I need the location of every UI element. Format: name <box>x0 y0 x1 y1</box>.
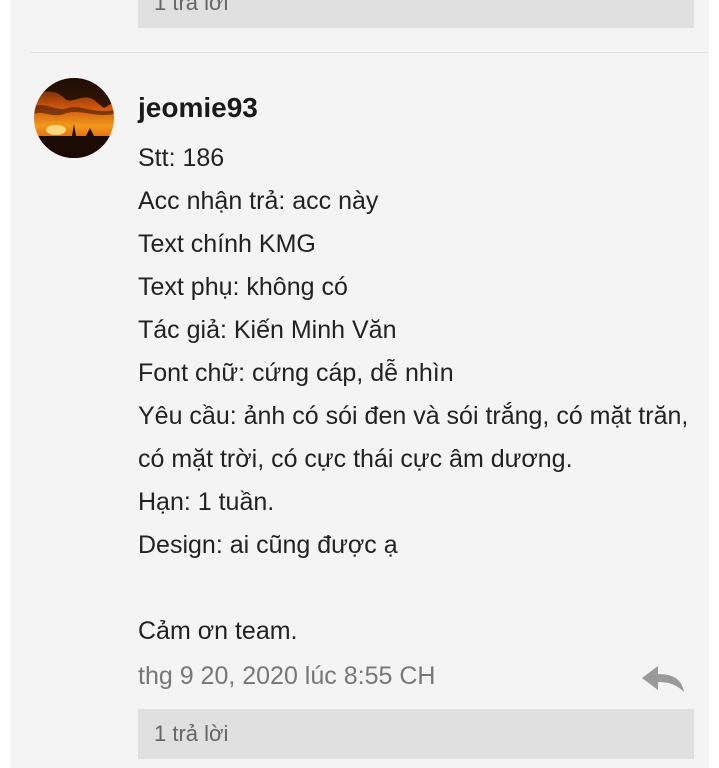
post-line: Acc nhận trả: acc này <box>138 187 379 215</box>
post-line: Design: ai cũng được ạ <box>138 531 398 559</box>
avatar[interactable] <box>34 78 114 158</box>
post-line: Stt: 186 <box>138 144 225 172</box>
post-author[interactable]: jeomie93 <box>138 92 258 124</box>
previous-replies-label: 1 trả lời <box>154 0 229 15</box>
post-line: Tác giả: Kiến Minh Văn <box>138 316 397 344</box>
post-line: Hạn: 1 tuần. <box>138 488 275 516</box>
post-line: Yêu cầu: ảnh có sói đen và sói trắng, có… <box>138 402 689 473</box>
post-body: Stt: 186 Acc nhận trả: acc này Text chín… <box>138 137 698 653</box>
post-line: Font chữ: cứng cáp, dễ nhìn <box>138 359 454 387</box>
reply-arrow-icon[interactable] <box>640 664 686 694</box>
previous-replies-link[interactable]: 1 trả lời <box>138 0 694 28</box>
replies-label: 1 trả lời <box>154 721 229 746</box>
post-timestamp: thg 9 20, 2020 lúc 8:55 CH <box>138 662 436 690</box>
post-line: Text chính KMG <box>138 230 316 258</box>
post-line: Cảm ơn team. <box>138 617 298 645</box>
sunset-avatar-image <box>34 78 114 158</box>
post-line: Text phụ: không có <box>138 273 348 301</box>
comment-divider <box>30 52 709 53</box>
replies-link[interactable]: 1 trả lời <box>138 709 694 759</box>
reply-arrow-icon-glyph <box>642 666 684 692</box>
